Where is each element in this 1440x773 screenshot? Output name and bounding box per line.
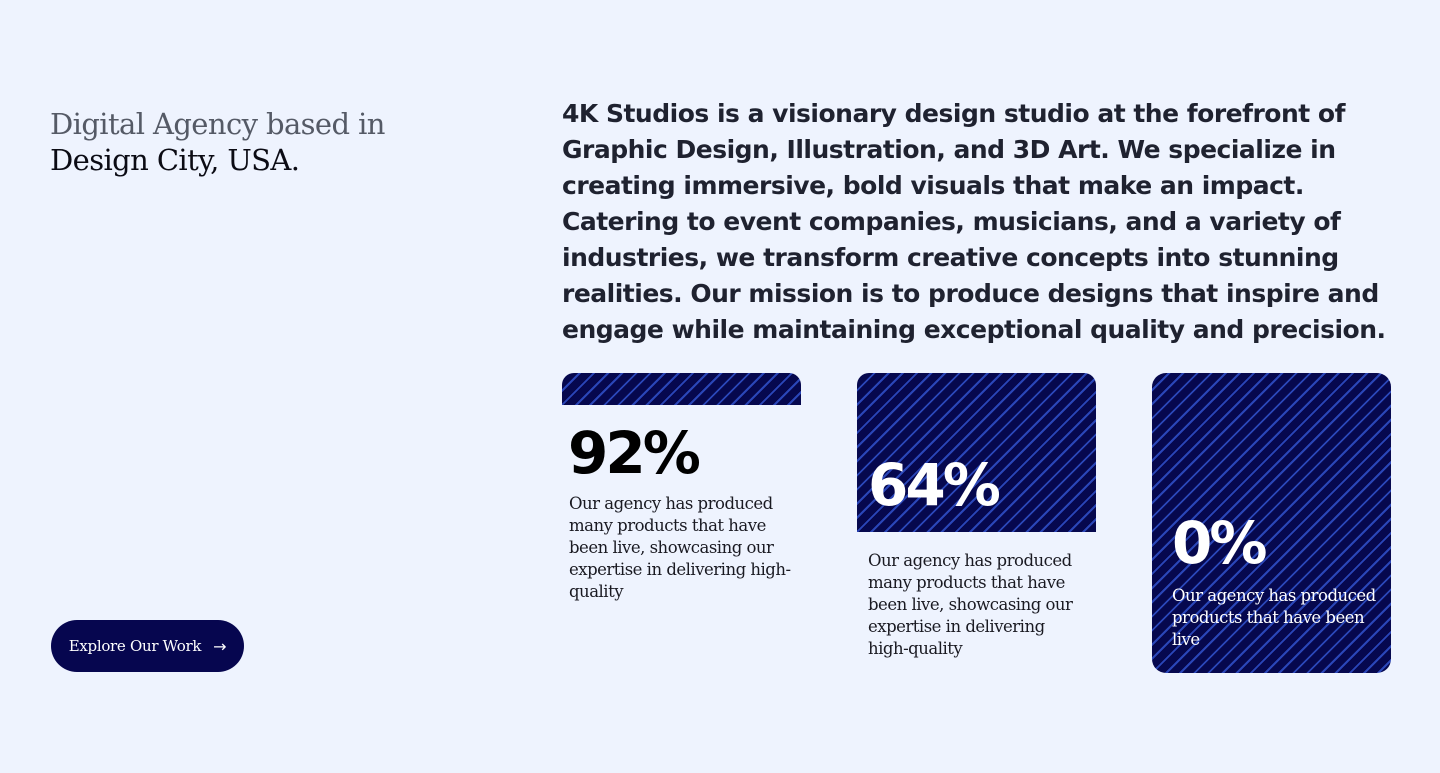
tagline-line-1: Digital Agency based in [50, 107, 385, 141]
studio-intro-paragraph: 4K Studios is a visionary design studio … [562, 99, 1386, 344]
stat-card-1-description: Our agency has produced many products th… [569, 494, 791, 601]
stat-card-1: 92% Our agency has produced many product… [562, 373, 801, 673]
stat-card-1-stripe-band [562, 373, 801, 405]
stat-card-1-value: 92% [568, 419, 701, 487]
explore-our-work-label: Explore Our Work [68, 637, 202, 655]
stat-card-2: 64% Our agency has produced many product… [857, 373, 1096, 673]
explore-our-work-button[interactable]: Explore Our Work → [51, 620, 244, 672]
stat-card-3: 0% Our agency has produced products that… [1152, 373, 1391, 673]
stat-card-2-description: Our agency has produced many products th… [868, 551, 1073, 658]
stat-card-2-value: 64% [868, 451, 1001, 519]
tagline-line-2: Design City, USA. [50, 143, 300, 177]
stat-card-2-stripe-block: 64% [857, 373, 1096, 532]
agency-tagline: Digital Agency based in Design City, USA… [50, 106, 385, 178]
stat-card-3-value: 0% [1172, 509, 1268, 577]
arrow-right-icon: → [213, 636, 227, 656]
stat-card-3-description: Our agency has produced products that ha… [1172, 586, 1376, 649]
